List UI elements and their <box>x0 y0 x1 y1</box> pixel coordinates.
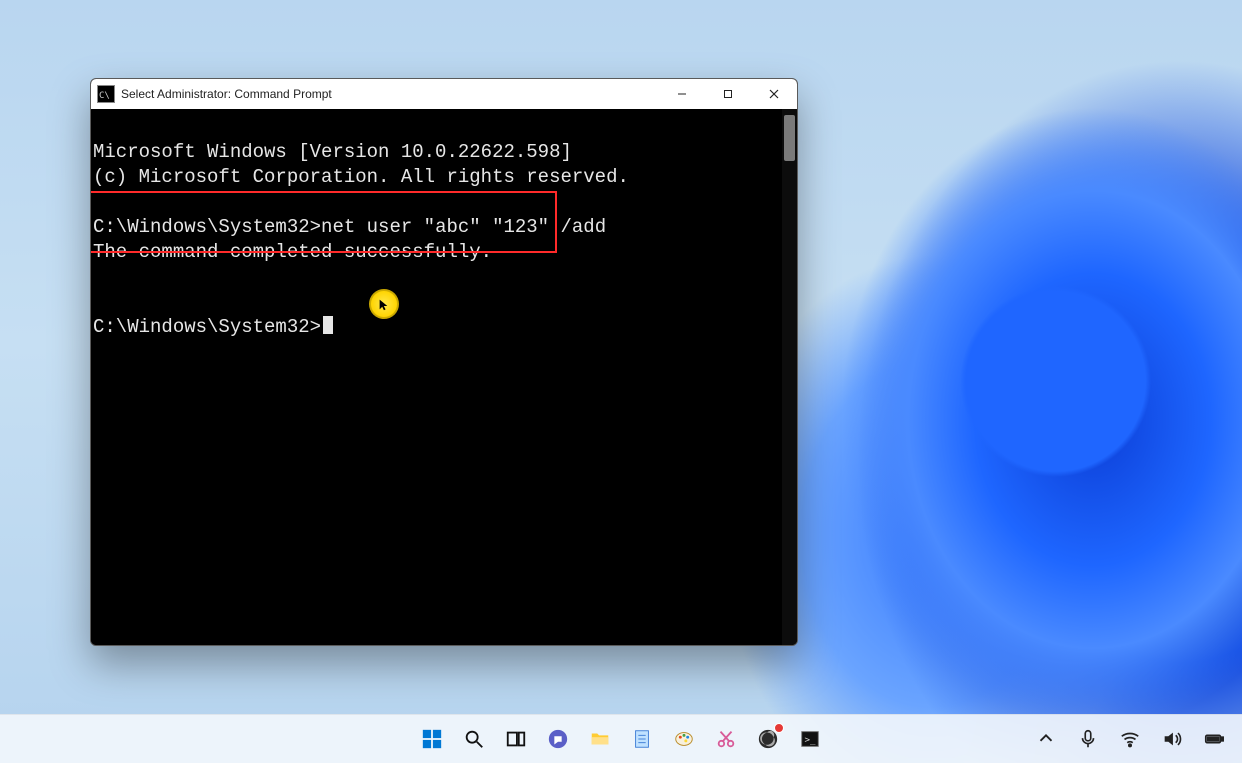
svg-text:>_: >_ <box>805 735 817 746</box>
file-explorer-button[interactable] <box>586 725 614 753</box>
start-button[interactable] <box>418 725 446 753</box>
terminal-line: (c) Microsoft Corporation. All rights re… <box>93 166 629 188</box>
terminal-prompt: C:\Windows\System32> <box>93 216 321 238</box>
terminal-command: net user "abc" "123" /add <box>321 216 606 238</box>
taskbar: >_ <box>0 714 1242 763</box>
overflow-icon[interactable] <box>1032 725 1060 753</box>
terminal-scrollbar[interactable] <box>782 109 797 645</box>
command-prompt-button[interactable]: >_ <box>796 725 824 753</box>
task-view-button[interactable] <box>502 725 530 753</box>
close-button[interactable] <box>751 79 797 109</box>
terminal-line: Microsoft Windows [Version 10.0.22622.59… <box>93 141 572 163</box>
chat-button[interactable] <box>544 725 572 753</box>
wifi-icon[interactable] <box>1116 725 1144 753</box>
minimize-button[interactable] <box>659 79 705 109</box>
maximize-button[interactable] <box>705 79 751 109</box>
terminal-prompt: C:\Windows\System32> <box>93 316 321 338</box>
cursor-highlight-icon <box>369 289 399 319</box>
search-button[interactable] <box>460 725 488 753</box>
terminal[interactable]: Microsoft Windows [Version 10.0.22622.59… <box>91 109 797 645</box>
cmd-icon: C\ <box>97 85 115 103</box>
paint-button[interactable] <box>670 725 698 753</box>
desktop: C\ Select Administrator: Command Prompt … <box>0 0 1242 763</box>
obs-button[interactable] <box>754 725 782 753</box>
notepad-button[interactable] <box>628 725 656 753</box>
titlebar[interactable]: C\ Select Administrator: Command Prompt <box>91 79 797 109</box>
terminal-output: The command completed successfully. <box>93 241 492 263</box>
battery-icon[interactable] <box>1200 725 1228 753</box>
scrollbar-thumb[interactable] <box>784 115 795 161</box>
cursor-icon <box>323 316 333 334</box>
window-title: Select Administrator: Command Prompt <box>121 87 332 101</box>
snipping-tool-button[interactable] <box>712 725 740 753</box>
svg-text:C\: C\ <box>99 91 110 101</box>
command-prompt-window: C\ Select Administrator: Command Prompt … <box>90 78 798 646</box>
volume-icon[interactable] <box>1158 725 1186 753</box>
microphone-icon[interactable] <box>1074 725 1102 753</box>
